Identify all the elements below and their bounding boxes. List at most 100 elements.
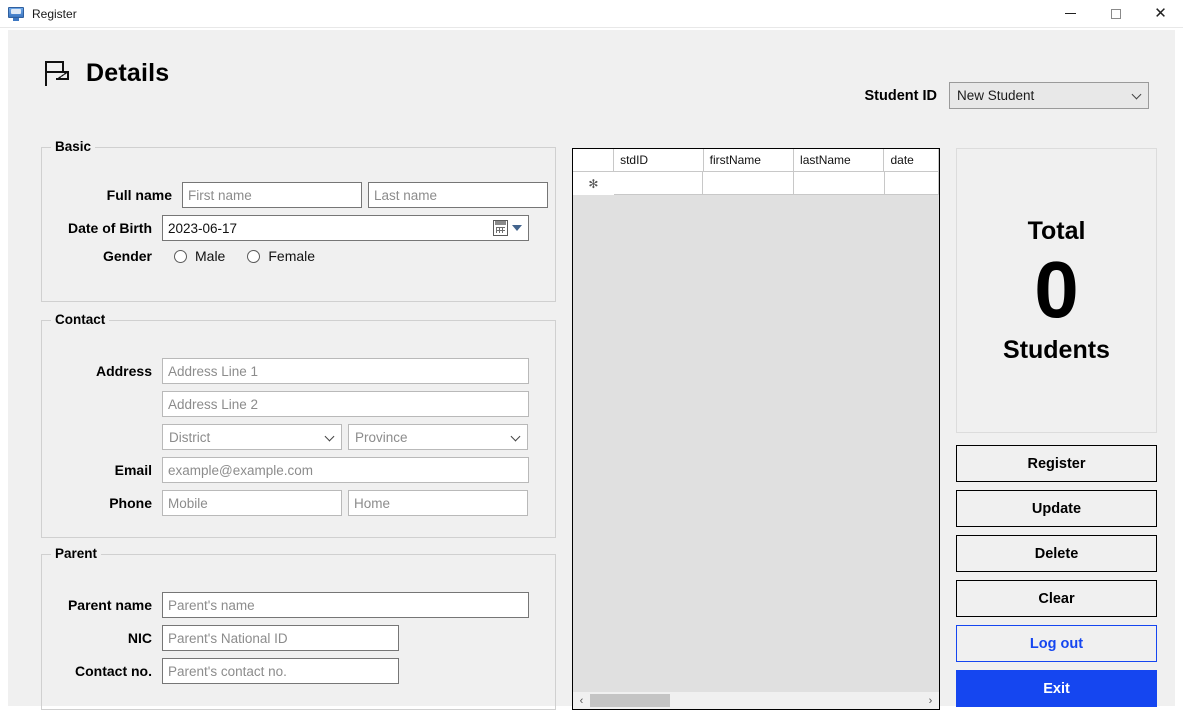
parent-name-label: Parent name	[67, 597, 152, 613]
monitor-icon	[8, 6, 24, 22]
student-id-combobox[interactable]: New Student	[949, 82, 1149, 109]
grid-header-row: stdID firstName lastName date	[573, 149, 940, 172]
window-title: Register	[32, 6, 77, 21]
address1-row: Address Address Line 1	[42, 358, 555, 384]
dob-datepicker[interactable]: 2023-06-17	[162, 215, 529, 241]
update-button[interactable]: Update	[956, 490, 1157, 527]
form-client-area: Details Student ID New Student Basic Ful…	[8, 30, 1175, 710]
address2-row: Address Line 2	[162, 391, 529, 417]
students-label: Students	[1003, 335, 1110, 364]
parent-nic-placeholder: Parent's National ID	[168, 630, 288, 646]
basic-group-title: Basic	[51, 139, 96, 154]
total-students-card: Total 0 Students	[956, 148, 1157, 433]
maximize-icon	[1110, 8, 1121, 19]
page-title: Details	[42, 58, 169, 88]
grid-column-lastname[interactable]: lastName	[794, 149, 885, 172]
grid-column-date[interactable]: date	[884, 149, 940, 172]
student-id-value: New Student	[957, 88, 1035, 103]
parent-nic-label: NIC	[127, 630, 152, 646]
address-label: Address	[95, 363, 152, 379]
grid-horizontal-scrollbar[interactable]: ‹ ›	[573, 692, 939, 709]
parent-name-row: Parent name Parent's name	[42, 592, 555, 618]
student-id-label: Student ID	[864, 87, 938, 104]
address-line2-placeholder: Address Line 2	[168, 396, 259, 412]
parent-group: Parent Parent name Parent's name NIC Par…	[41, 546, 556, 710]
title-bar: Register ✕	[0, 0, 1183, 28]
scroll-right-arrow-icon[interactable]: ›	[922, 692, 939, 709]
grid-cell-lastname[interactable]	[794, 172, 885, 195]
parent-nic-input[interactable]: Parent's National ID	[162, 625, 399, 651]
dob-value: 2023-06-17	[168, 220, 238, 236]
close-icon: ✕	[1154, 5, 1167, 22]
address-line2-input[interactable]: Address Line 2	[162, 391, 529, 417]
exit-button[interactable]: Exit	[956, 670, 1157, 707]
grid-cell-date[interactable]	[884, 172, 939, 195]
email-input[interactable]: example@example.com	[162, 457, 529, 483]
logout-button[interactable]: Log out	[956, 625, 1157, 662]
province-select[interactable]: Province	[348, 424, 528, 450]
parent-contact-input[interactable]: Parent's contact no.	[162, 658, 399, 684]
grid-column-firstname[interactable]: firstName	[703, 149, 795, 172]
radio-female-icon[interactable]	[247, 249, 261, 263]
total-count: 0	[1034, 244, 1079, 334]
parent-name-placeholder: Parent's name	[168, 597, 255, 613]
delete-button[interactable]: Delete	[956, 535, 1157, 572]
district-province-row: District Province	[162, 424, 528, 450]
district-placeholder: District	[169, 429, 211, 445]
grid-rowheader-corner[interactable]	[573, 149, 615, 172]
gender-row: Gender Male Female	[42, 248, 555, 264]
parent-contact-label: Contact no.	[75, 663, 152, 679]
chevron-down-icon	[512, 433, 521, 442]
student-id-field: Student ID New Student	[864, 82, 1149, 109]
grid-column-stdid[interactable]: stdID	[614, 149, 704, 172]
calendar-icon	[493, 220, 508, 236]
action-button-stack: Register Update Delete Clear Log out Exi…	[956, 445, 1157, 707]
first-name-placeholder: First name	[188, 187, 252, 203]
basic-group: Basic Full name First name Last name Dat…	[41, 139, 556, 302]
parent-contact-placeholder: Parent's contact no.	[168, 663, 287, 679]
dob-label: Date of Birth	[68, 220, 152, 236]
maximize-button[interactable]	[1093, 0, 1138, 28]
phone-row: Phone Mobile Home	[42, 490, 555, 516]
home-phone-input[interactable]: Home	[348, 490, 528, 516]
district-select[interactable]: District	[162, 424, 342, 450]
flag-icon	[42, 58, 72, 88]
first-name-input[interactable]: First name	[182, 182, 362, 208]
window-controls: ✕	[1048, 0, 1183, 28]
mobile-input[interactable]: Mobile	[162, 490, 342, 516]
total-label: Total	[1027, 216, 1086, 245]
scroll-left-arrow-icon[interactable]: ‹	[573, 692, 590, 709]
email-label: Email	[114, 462, 152, 478]
phone-label: Phone	[109, 495, 152, 511]
last-name-placeholder: Last name	[374, 187, 438, 203]
caret-down-icon[interactable]	[512, 225, 522, 231]
gender-male-label: Male	[195, 248, 226, 264]
scrollbar-thumb[interactable]	[590, 694, 670, 707]
gender-female-label: Female	[268, 248, 316, 264]
grid-new-row-marker[interactable]: ✻	[573, 172, 614, 195]
gender-male-option[interactable]: Male	[174, 248, 247, 264]
clear-button[interactable]: Clear	[956, 580, 1157, 617]
province-placeholder: Province	[355, 429, 408, 445]
parent-contact-row: Contact no. Parent's contact no.	[42, 658, 555, 684]
gender-female-option[interactable]: Female	[247, 248, 337, 264]
radio-male-icon[interactable]	[174, 249, 187, 263]
home-phone-placeholder: Home	[354, 495, 391, 511]
grid-new-row[interactable]: ✻	[573, 172, 939, 195]
full-name-row: Full name First name Last name	[42, 182, 555, 208]
grid-cell-stdid[interactable]	[613, 172, 704, 195]
full-name-label: Full name	[106, 187, 172, 203]
last-name-input[interactable]: Last name	[368, 182, 548, 208]
minimize-icon	[1065, 13, 1076, 14]
parent-name-input[interactable]: Parent's name	[162, 592, 529, 618]
gender-label: Gender	[102, 248, 152, 264]
register-button[interactable]: Register	[956, 445, 1157, 482]
minimize-button[interactable]	[1048, 0, 1093, 28]
address-line1-input[interactable]: Address Line 1	[162, 358, 529, 384]
parent-nic-row: NIC Parent's National ID	[42, 625, 555, 651]
close-button[interactable]: ✕	[1138, 0, 1183, 28]
students-data-grid[interactable]: stdID firstName lastName date ✻ ‹ ›	[572, 148, 940, 710]
scrollbar-track[interactable]	[590, 692, 922, 709]
chevron-down-icon	[1133, 91, 1142, 100]
grid-cell-firstname[interactable]	[703, 172, 794, 195]
